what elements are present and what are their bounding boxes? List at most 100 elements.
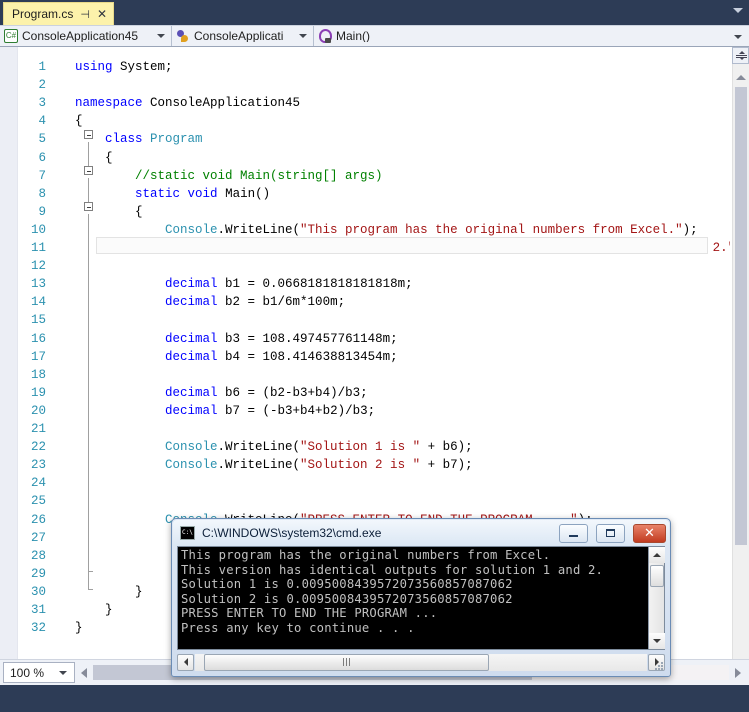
fold-toggle-class[interactable] — [84, 166, 93, 175]
code-line[interactable]: 15 — [0, 311, 730, 329]
code-line[interactable]: 10 Console.WriteLine("This program has t… — [0, 221, 730, 239]
code-line[interactable]: 4{ — [0, 112, 730, 130]
line-text: { — [75, 150, 113, 165]
line-number: 18 — [30, 367, 46, 382]
line-number: 29 — [30, 566, 46, 581]
csharp-file-icon: C# — [4, 29, 18, 43]
split-view-button[interactable] — [732, 47, 749, 64]
console-title: C:\WINDOWS\system32\cmd.exe — [202, 526, 382, 540]
code-line[interactable]: 5 class Program — [0, 130, 730, 148]
console-scroll-down-button[interactable] — [649, 633, 665, 649]
code-line[interactable]: 18 — [0, 366, 730, 384]
line-number: 31 — [30, 603, 46, 618]
line-text: decimal b6 = (b2-b3+b4)/b3; — [165, 385, 368, 400]
minimize-button[interactable] — [559, 523, 588, 543]
line-text: decimal b3 = 108.497457761148m; — [165, 331, 398, 346]
zoom-level-value: 100 % — [10, 665, 45, 680]
line-number: 24 — [30, 476, 46, 491]
line-number: 25 — [30, 494, 46, 509]
console-horizontal-scroll-track[interactable] — [195, 653, 647, 671]
code-line[interactable]: 20 decimal b7 = (-b3+b4+b2)/b3; — [0, 402, 730, 420]
line-number: 16 — [30, 331, 46, 346]
console-body[interactable]: This program has the original numbers fr… — [177, 546, 665, 650]
line-number: 4 — [38, 114, 46, 129]
line-text: } — [75, 584, 143, 599]
code-line[interactable]: 14 decimal b2 = b1/6m*100m; — [0, 293, 730, 311]
tab-title: Program.cs — [12, 7, 74, 21]
grip-icon — [342, 658, 350, 666]
code-line[interactable]: 16 decimal b3 = 108.497457761148m; — [0, 330, 730, 348]
line-text: decimal b7 = (-b3+b4+b2)/b3; — [165, 403, 376, 418]
scroll-down-arrow-icon — [653, 639, 661, 643]
line-text: decimal b4 = 108.414638813454m; — [165, 349, 398, 364]
line-number: 9 — [38, 204, 46, 219]
class-icon — [176, 29, 190, 43]
code-line[interactable]: 25 — [0, 492, 730, 510]
editor-vertical-scrollbar[interactable] — [732, 47, 749, 672]
fold-toggle-method[interactable] — [84, 202, 93, 211]
code-line[interactable]: 2 — [0, 76, 730, 94]
class-dropdown[interactable]: ConsoleApplicati — [172, 26, 314, 46]
maximize-button[interactable] — [596, 523, 625, 543]
console-title-bar[interactable]: C:\WINDOWS\system32\cmd.exe ✕ — [173, 520, 669, 546]
code-line[interactable]: 9 { — [0, 203, 730, 221]
minimize-icon — [569, 535, 578, 537]
chevron-down-icon — [157, 34, 165, 38]
console-horizontal-scroll-thumb[interactable] — [204, 653, 489, 671]
line-number: 5 — [38, 132, 46, 147]
method-icon — [318, 29, 332, 43]
line-number: 28 — [30, 548, 46, 563]
code-line[interactable]: 11 Console.WriteLine("This version has i… — [0, 239, 730, 257]
close-button[interactable]: ✕ — [633, 523, 666, 543]
code-line[interactable]: 12 — [0, 257, 730, 275]
line-number: 2 — [38, 78, 46, 93]
line-number: 14 — [30, 295, 46, 310]
code-line[interactable]: 23 Console.WriteLine("Solution 2 is " + … — [0, 456, 730, 474]
vertical-scroll-thumb[interactable] — [735, 87, 747, 545]
scroll-up-arrow-icon[interactable] — [736, 75, 746, 80]
maximize-icon — [606, 529, 615, 537]
line-number: 13 — [30, 277, 46, 292]
code-line[interactable]: 19 decimal b6 = (b2-b3+b4)/b3; — [0, 384, 730, 402]
line-text: class Program — [105, 132, 203, 147]
code-line[interactable]: 13 decimal b1 = 0.0668181818181818m; — [0, 275, 730, 293]
console-scroll-up-button[interactable] — [649, 547, 665, 563]
resize-grip-icon[interactable] — [652, 659, 663, 670]
code-line[interactable]: 1 using System; — [0, 58, 730, 76]
line-text: } — [75, 603, 113, 618]
code-line[interactable]: 22 Console.WriteLine("Solution 1 is " + … — [0, 438, 730, 456]
line-text: Console.WriteLine("Solution 1 is " + b6)… — [165, 440, 473, 455]
console-vertical-scroll-thumb[interactable] — [650, 565, 664, 587]
close-icon[interactable]: ✕ — [97, 8, 107, 20]
code-line[interactable]: 3 namespace ConsoleApplication45 — [0, 94, 730, 112]
pin-icon[interactable]: ⊣ — [80, 9, 90, 20]
code-line[interactable]: 24 — [0, 474, 730, 492]
zoom-level-dropdown[interactable]: 100 % — [3, 662, 75, 683]
code-line[interactable]: 17 decimal b4 = 108.414638813454m; — [0, 348, 730, 366]
code-line[interactable]: 21 — [0, 420, 730, 438]
console-window[interactable]: C:\WINDOWS\system32\cmd.exe ✕ This progr… — [171, 518, 671, 677]
chevron-down-icon[interactable] — [734, 35, 742, 39]
line-number: 19 — [30, 385, 46, 400]
line-number: 26 — [30, 512, 46, 527]
console-scroll-left-button[interactable] — [177, 653, 194, 671]
project-dropdown[interactable]: C# ConsoleApplication45 — [0, 26, 172, 46]
scroll-right-arrow-icon[interactable] — [735, 667, 741, 678]
line-text: static void Main() — [135, 186, 271, 201]
tab-program-cs[interactable]: Program.cs ⊣ ✕ — [3, 2, 115, 25]
member-dropdown[interactable]: Main() — [314, 26, 749, 46]
fold-toggle-namespace[interactable] — [84, 130, 93, 139]
console-horizontal-scrollbar[interactable] — [177, 653, 665, 671]
fold-guide — [88, 214, 89, 571]
document-tab-strip: Program.cs ⊣ ✕ — [0, 0, 749, 25]
code-line[interactable]: 6 { — [0, 149, 730, 167]
class-dropdown-label: ConsoleApplicati — [194, 30, 284, 42]
visual-studio-window: Program.cs ⊣ ✕ C# ConsoleApplication45 C… — [0, 0, 749, 712]
fold-guide-end — [88, 589, 93, 590]
console-vertical-scrollbar[interactable] — [648, 547, 665, 649]
code-line[interactable]: 8 static void Main() — [0, 185, 730, 203]
line-text: Console.WriteLine("This program has the … — [165, 222, 698, 237]
code-line[interactable]: 7 //static void Main(string[] args) — [0, 167, 730, 185]
scroll-left-arrow-icon[interactable] — [81, 667, 87, 678]
chevron-down-icon[interactable] — [733, 8, 743, 13]
